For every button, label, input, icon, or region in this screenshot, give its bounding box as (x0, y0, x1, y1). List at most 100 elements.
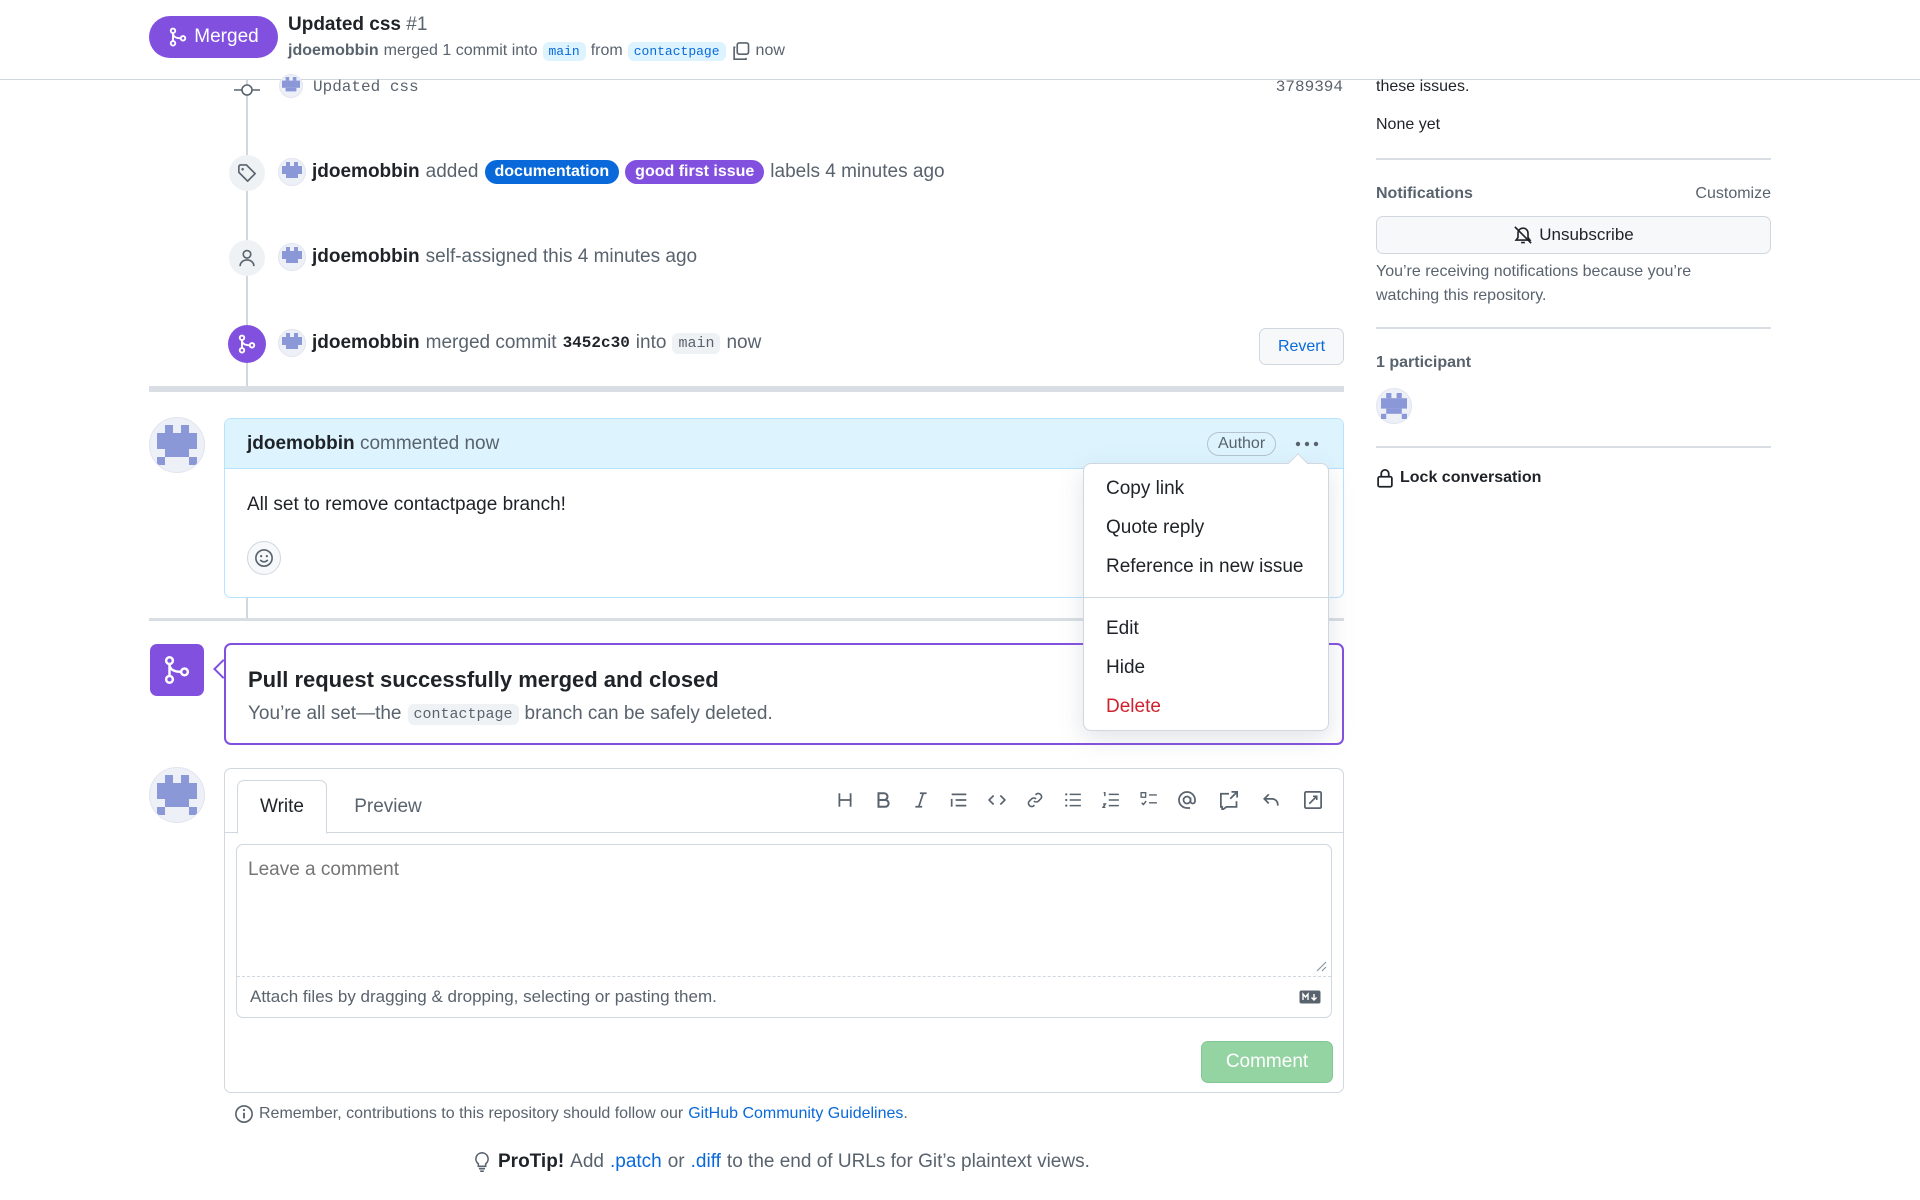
cross-reference-icon[interactable] (1210, 781, 1248, 819)
labels-event: jdoemobbin added documentation good firs… (278, 158, 945, 186)
label-documentation[interactable]: documentation (484, 160, 620, 184)
bell-slash-icon (1514, 226, 1532, 244)
comment-context-menu: Copy link Quote reply Reference in new i… (1083, 453, 1329, 731)
guidelines-note: Remember, contributions to this reposito… (234, 1104, 908, 1124)
heading-icon[interactable] (826, 781, 864, 819)
menu-hide[interactable]: Hide (1084, 648, 1328, 687)
commit-icon (234, 84, 260, 96)
menu-quote-reply[interactable]: Quote reply (1084, 508, 1328, 547)
comment-author-avatar[interactable] (149, 417, 205, 473)
comment-textarea[interactable] (237, 845, 1331, 977)
current-user-avatar[interactable] (149, 767, 205, 823)
avatar[interactable] (278, 329, 306, 357)
base-branch[interactable]: main (542, 41, 586, 61)
merge-commit-sha[interactable]: 3452c30 (563, 334, 630, 352)
tab-preview[interactable]: Preview (333, 780, 443, 834)
event-actor[interactable]: jdoemobbin (312, 246, 420, 268)
menu-divider (1084, 597, 1328, 598)
pr-number: #1 (406, 14, 428, 35)
copy-icon[interactable] (731, 41, 751, 61)
resize-handle-icon[interactable] (1315, 960, 1327, 972)
avatar[interactable] (278, 243, 306, 271)
avatar[interactable] (278, 158, 306, 186)
markdown-toolbar (826, 781, 1332, 819)
comment-author[interactable]: jdoemobbin (247, 433, 355, 454)
link-icon[interactable] (1016, 781, 1054, 819)
head-branch[interactable]: contactpage (627, 41, 726, 61)
merged-box-title: Pull request successfully merged and clo… (248, 667, 719, 692)
merge-icon (164, 656, 190, 684)
light-bulb-icon (475, 1152, 489, 1172)
italic-icon[interactable] (902, 781, 940, 819)
comment-body: All set to remove contactpage branch! (247, 494, 566, 515)
comment-textarea-wrap: Attach files by dragging & dropping, sel… (236, 844, 1332, 1018)
customize-link[interactable]: Customize (1695, 185, 1771, 203)
menu-edit[interactable]: Edit (1084, 609, 1328, 648)
pr-title[interactable]: Updated css (288, 14, 401, 35)
commit-message[interactable]: Updated css (313, 78, 419, 96)
numbered-list-icon[interactable] (1092, 781, 1130, 819)
event-actor[interactable]: jdoemobbin (312, 161, 420, 183)
person-icon (239, 249, 255, 267)
community-guidelines-link[interactable]: GitHub Community Guidelines (688, 1105, 903, 1123)
tab-write[interactable]: Write (237, 780, 327, 834)
add-reaction-button[interactable] (247, 541, 281, 575)
comment-header: jdoemobbin commented now Author (225, 419, 1343, 469)
merge-target-branch[interactable]: main (672, 332, 721, 354)
sidebar-issues-text: these issues. (1376, 78, 1470, 95)
timeline-line-2 (246, 595, 248, 620)
fullscreen-icon[interactable] (1294, 781, 1332, 819)
pr-author[interactable]: jdoemobbin (288, 42, 379, 60)
pr-merge-summary: jdoemobbin merged 1 commit into main fro… (288, 41, 785, 61)
person-icon-wrap (229, 240, 265, 276)
revert-button[interactable]: Revert (1259, 328, 1344, 365)
bold-icon[interactable] (864, 781, 902, 819)
code-icon[interactable] (978, 781, 1016, 819)
lock-conversation-button[interactable]: Lock conversation (1376, 468, 1541, 488)
assign-event: jdoemobbin self-assigned this 4 minutes … (278, 243, 697, 271)
attach-files-hint[interactable]: Attach files by dragging & dropping, sel… (250, 987, 717, 1007)
task-list-icon[interactable] (1130, 781, 1168, 819)
mention-icon[interactable] (1168, 781, 1206, 819)
unsubscribe-button[interactable]: Unsubscribe (1376, 216, 1771, 254)
commit-row: Updated css 3789394 (233, 74, 1343, 102)
merged-state-label: Merged (194, 26, 259, 47)
sticky-header: Merged Updated css #1 jdoemobbin merged … (0, 0, 1920, 80)
kebab-horizontal-icon (1295, 441, 1319, 447)
comment-meta[interactable]: commented now (360, 433, 499, 454)
menu-reference-in-new-issue[interactable]: Reference in new issue (1084, 547, 1328, 586)
diff-link[interactable]: .diff (691, 1151, 721, 1173)
kebab-menu-button[interactable] (1290, 431, 1324, 457)
merge-icon (170, 27, 187, 47)
deletable-branch: contactpage (407, 703, 519, 725)
label-good-first-issue[interactable]: good first issue (625, 160, 765, 184)
author-badge: Author (1207, 432, 1277, 456)
avatar[interactable] (279, 74, 303, 98)
patch-link[interactable]: .patch (610, 1151, 662, 1173)
merged-box-text: You’re all set—the contactpage branch ca… (248, 703, 773, 725)
sidebar-divider (1376, 158, 1771, 160)
quote-icon[interactable] (940, 781, 978, 819)
info-icon (235, 1105, 253, 1123)
notifications-heading: Notifications (1376, 185, 1473, 202)
merged-icon-square (150, 644, 204, 696)
bulleted-list-icon[interactable] (1054, 781, 1092, 819)
new-comment-form: Write Preview Attach files by dragging &… (224, 768, 1344, 1093)
tag-icon-wrap (229, 155, 265, 191)
participant-avatar[interactable] (1376, 388, 1412, 424)
event-actor[interactable]: jdoemobbin (312, 332, 420, 354)
merge-icon-badge (228, 325, 266, 363)
comment-submit-button[interactable]: Comment (1201, 1041, 1333, 1083)
sidebar-none-yet: None yet (1376, 116, 1441, 133)
sidebar-divider (1376, 446, 1771, 448)
merge-icon (238, 334, 256, 354)
menu-copy-link[interactable]: Copy link (1084, 469, 1328, 508)
saved-reply-icon[interactable] (1252, 781, 1290, 819)
menu-delete[interactable]: Delete (1084, 687, 1328, 726)
protip-label: ProTip! (498, 1151, 565, 1172)
commit-sha[interactable]: 3789394 (1276, 78, 1343, 96)
notification-reason: You’re receiving notifications because y… (1376, 263, 1692, 304)
smiley-icon (255, 549, 273, 567)
markdown-icon[interactable] (1299, 989, 1321, 1005)
timeline-separator (149, 386, 1344, 392)
